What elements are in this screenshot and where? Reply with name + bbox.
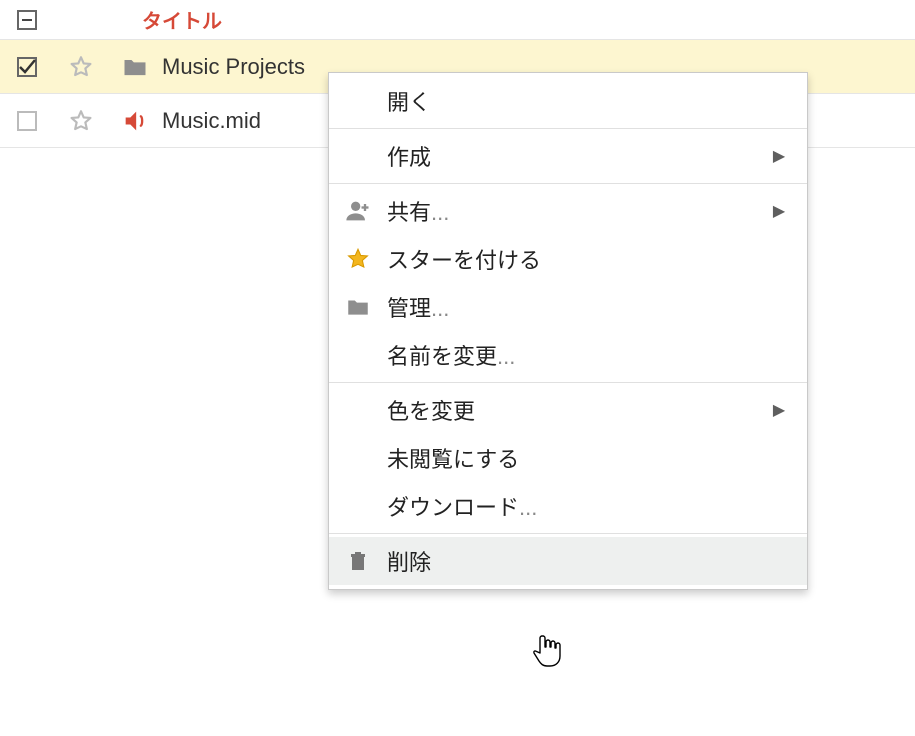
chevron-right-icon: ▶: [767, 146, 791, 166]
row-type-icon: [108, 53, 162, 81]
row-star[interactable]: [54, 108, 108, 134]
chevron-right-icon: ▶: [767, 201, 791, 221]
menu-label: 作成: [387, 140, 767, 172]
menu-label-text: 名前を変更: [387, 344, 497, 369]
star-outline-icon: [68, 54, 94, 80]
menu-label: スターを付ける: [387, 243, 767, 275]
menu-label: 未閲覧にする: [387, 442, 767, 474]
cursor-hand-icon: [532, 632, 564, 670]
star-filled-icon: [329, 246, 387, 272]
context-menu: 開く 作成 ▶ 共有... ▶ スターを付ける: [328, 72, 808, 590]
chevron-right-icon: ▶: [767, 400, 791, 420]
menu-label-text: 管理: [387, 296, 431, 321]
menu-item-manage[interactable]: 管理...: [329, 283, 807, 331]
row-checkbox[interactable]: [0, 109, 54, 133]
list-header: タイトル: [0, 0, 915, 40]
header-checkbox[interactable]: [0, 8, 54, 32]
menu-separator: [329, 183, 807, 184]
menu-item-share[interactable]: 共有... ▶: [329, 187, 807, 235]
menu-item-change-color[interactable]: 色を変更 ▶: [329, 386, 807, 434]
menu-item-create[interactable]: 作成 ▶: [329, 132, 807, 180]
menu-label: 削除: [387, 545, 767, 577]
audio-icon: [121, 107, 149, 135]
menu-label: 管理...: [387, 291, 767, 323]
menu-label-text: ダウンロード: [387, 495, 519, 520]
menu-label: ダウンロード...: [387, 490, 767, 522]
person-add-icon: [329, 197, 387, 225]
folder-icon: [121, 53, 149, 81]
menu-item-delete[interactable]: 削除: [329, 537, 807, 585]
menu-item-open[interactable]: 開く: [329, 77, 807, 125]
menu-item-download[interactable]: ダウンロード...: [329, 482, 807, 530]
menu-separator: [329, 382, 807, 383]
menu-label: 色を変更: [387, 394, 767, 426]
star-outline-icon: [68, 108, 94, 134]
menu-item-mark-unread[interactable]: 未閲覧にする: [329, 434, 807, 482]
folder-icon: [329, 294, 387, 320]
trash-icon: [329, 548, 387, 574]
menu-label: 共有...: [387, 195, 767, 227]
row-checkbox[interactable]: [0, 55, 54, 79]
menu-separator: [329, 128, 807, 129]
menu-label: 名前を変更...: [387, 339, 767, 371]
menu-item-star[interactable]: スターを付ける: [329, 235, 807, 283]
menu-label-text: 共有: [387, 200, 431, 225]
row-type-icon: [108, 107, 162, 135]
row-star[interactable]: [54, 54, 108, 80]
menu-item-rename[interactable]: 名前を変更...: [329, 331, 807, 379]
menu-separator: [329, 533, 807, 534]
menu-label: 開く: [387, 85, 767, 117]
header-title-label[interactable]: タイトル: [142, 5, 222, 34]
